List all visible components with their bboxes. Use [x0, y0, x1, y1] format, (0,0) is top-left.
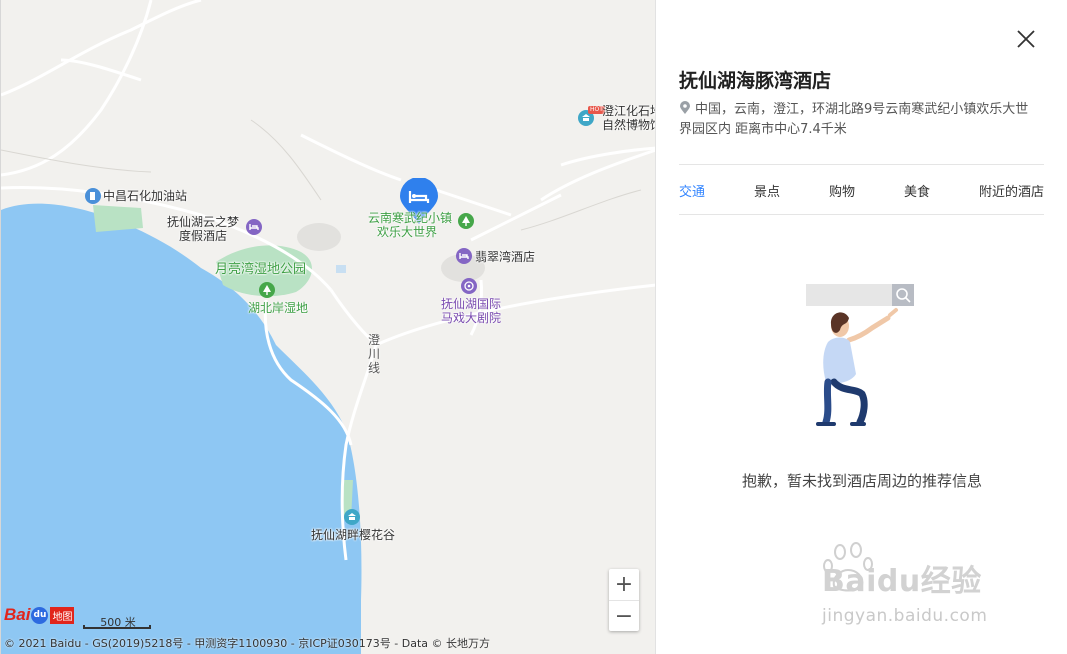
zoom-out-button[interactable]: −	[609, 600, 639, 631]
tree-icon	[259, 282, 275, 298]
theater-icon	[461, 278, 477, 294]
address-text: 中国，云南，澄江，环湖北路9号云南寒武纪小镇欢乐大世界园区内 距离市中心7.4千…	[679, 102, 1029, 137]
poi-town-line2[interactable]: 欢乐大世界	[377, 225, 437, 240]
zoom-control: + −	[609, 569, 639, 631]
tree-icon	[458, 213, 474, 229]
poi-circus-line2[interactable]: 马戏大剧院	[441, 311, 501, 326]
empty-state-illustration	[806, 284, 914, 426]
map-copyright: © 2021 Baidu - GS(2019)5218号 - 甲测资字11009…	[4, 637, 491, 650]
hotel-address: 中国，云南，澄江，环湖北路9号云南寒武纪小镇欢乐大世界园区内 距离市中心7.4千…	[679, 100, 1039, 140]
map-base-layer	[1, 0, 655, 654]
logo-bai: Bai	[4, 605, 31, 624]
watermark-line1: Baidu经验	[822, 564, 982, 599]
hotel-icon	[246, 219, 262, 235]
watermark-text: Baidu经验 jingyan.baidu.com	[822, 564, 988, 626]
poi-sakura[interactable]: 抚仙湖畔樱花谷	[311, 528, 395, 543]
scale-bar: 500 米	[83, 614, 153, 630]
poi-circus-line1[interactable]: 抚仙湖国际	[441, 297, 501, 312]
poi-resort-line1[interactable]: 抚仙湖云之梦	[167, 215, 239, 230]
tab-food[interactable]: 美食	[904, 181, 930, 200]
map-canvas[interactable]: 中昌石化加油站 HOT 澄江化石地 自然博物馆 抚仙湖云之梦 度假酒店 云南寒武…	[0, 0, 655, 654]
gas-station-icon	[85, 188, 101, 204]
baidu-map-logo[interactable]: Bai du 地图	[4, 605, 75, 625]
watermark-line2: jingyan.baidu.com	[822, 606, 988, 626]
empty-message: 抱歉，暂未找到酒店周边的推荐信息	[741, 472, 982, 490]
zoom-in-button[interactable]: +	[609, 569, 639, 600]
scale-ruler	[83, 625, 151, 629]
tab-transport[interactable]: 交通	[679, 181, 705, 200]
divider	[679, 214, 1044, 215]
poi-wetland[interactable]: 湖北岸湿地	[248, 301, 308, 316]
nearby-tabs: 交通 景点 购物 美食 附近的酒店	[679, 166, 1044, 214]
poi-gas-station[interactable]: 中昌石化加油站	[103, 189, 187, 204]
logo-paw-icon: du	[31, 606, 49, 624]
hotel-name: 抚仙湖海豚湾酒店	[679, 70, 832, 92]
tab-nearby-hotels[interactable]: 附近的酒店	[979, 181, 1044, 200]
poi-park[interactable]: 月亮湾湿地公园	[215, 262, 306, 277]
poi-museum-line1[interactable]: 澄江化石地	[602, 104, 655, 119]
tab-shopping[interactable]: 购物	[829, 181, 855, 200]
poi-museum-line2[interactable]: 自然博物馆	[602, 118, 655, 133]
scenic-icon	[344, 509, 360, 525]
divider	[679, 164, 1044, 165]
park-area-2	[93, 205, 143, 232]
poi-feicui-hotel[interactable]: 翡翠湾酒店	[475, 250, 535, 265]
location-pin-icon	[680, 101, 690, 114]
close-icon[interactable]	[1015, 28, 1037, 50]
road-label: 澄川线	[367, 333, 380, 375]
tab-attractions[interactable]: 景点	[754, 181, 780, 200]
poi-resort-line2[interactable]: 度假酒店	[179, 229, 227, 244]
hotel-icon	[456, 248, 472, 264]
poi-town-line1[interactable]: 云南寒武纪小镇	[368, 211, 452, 226]
logo-ditu: 地图	[50, 606, 75, 624]
